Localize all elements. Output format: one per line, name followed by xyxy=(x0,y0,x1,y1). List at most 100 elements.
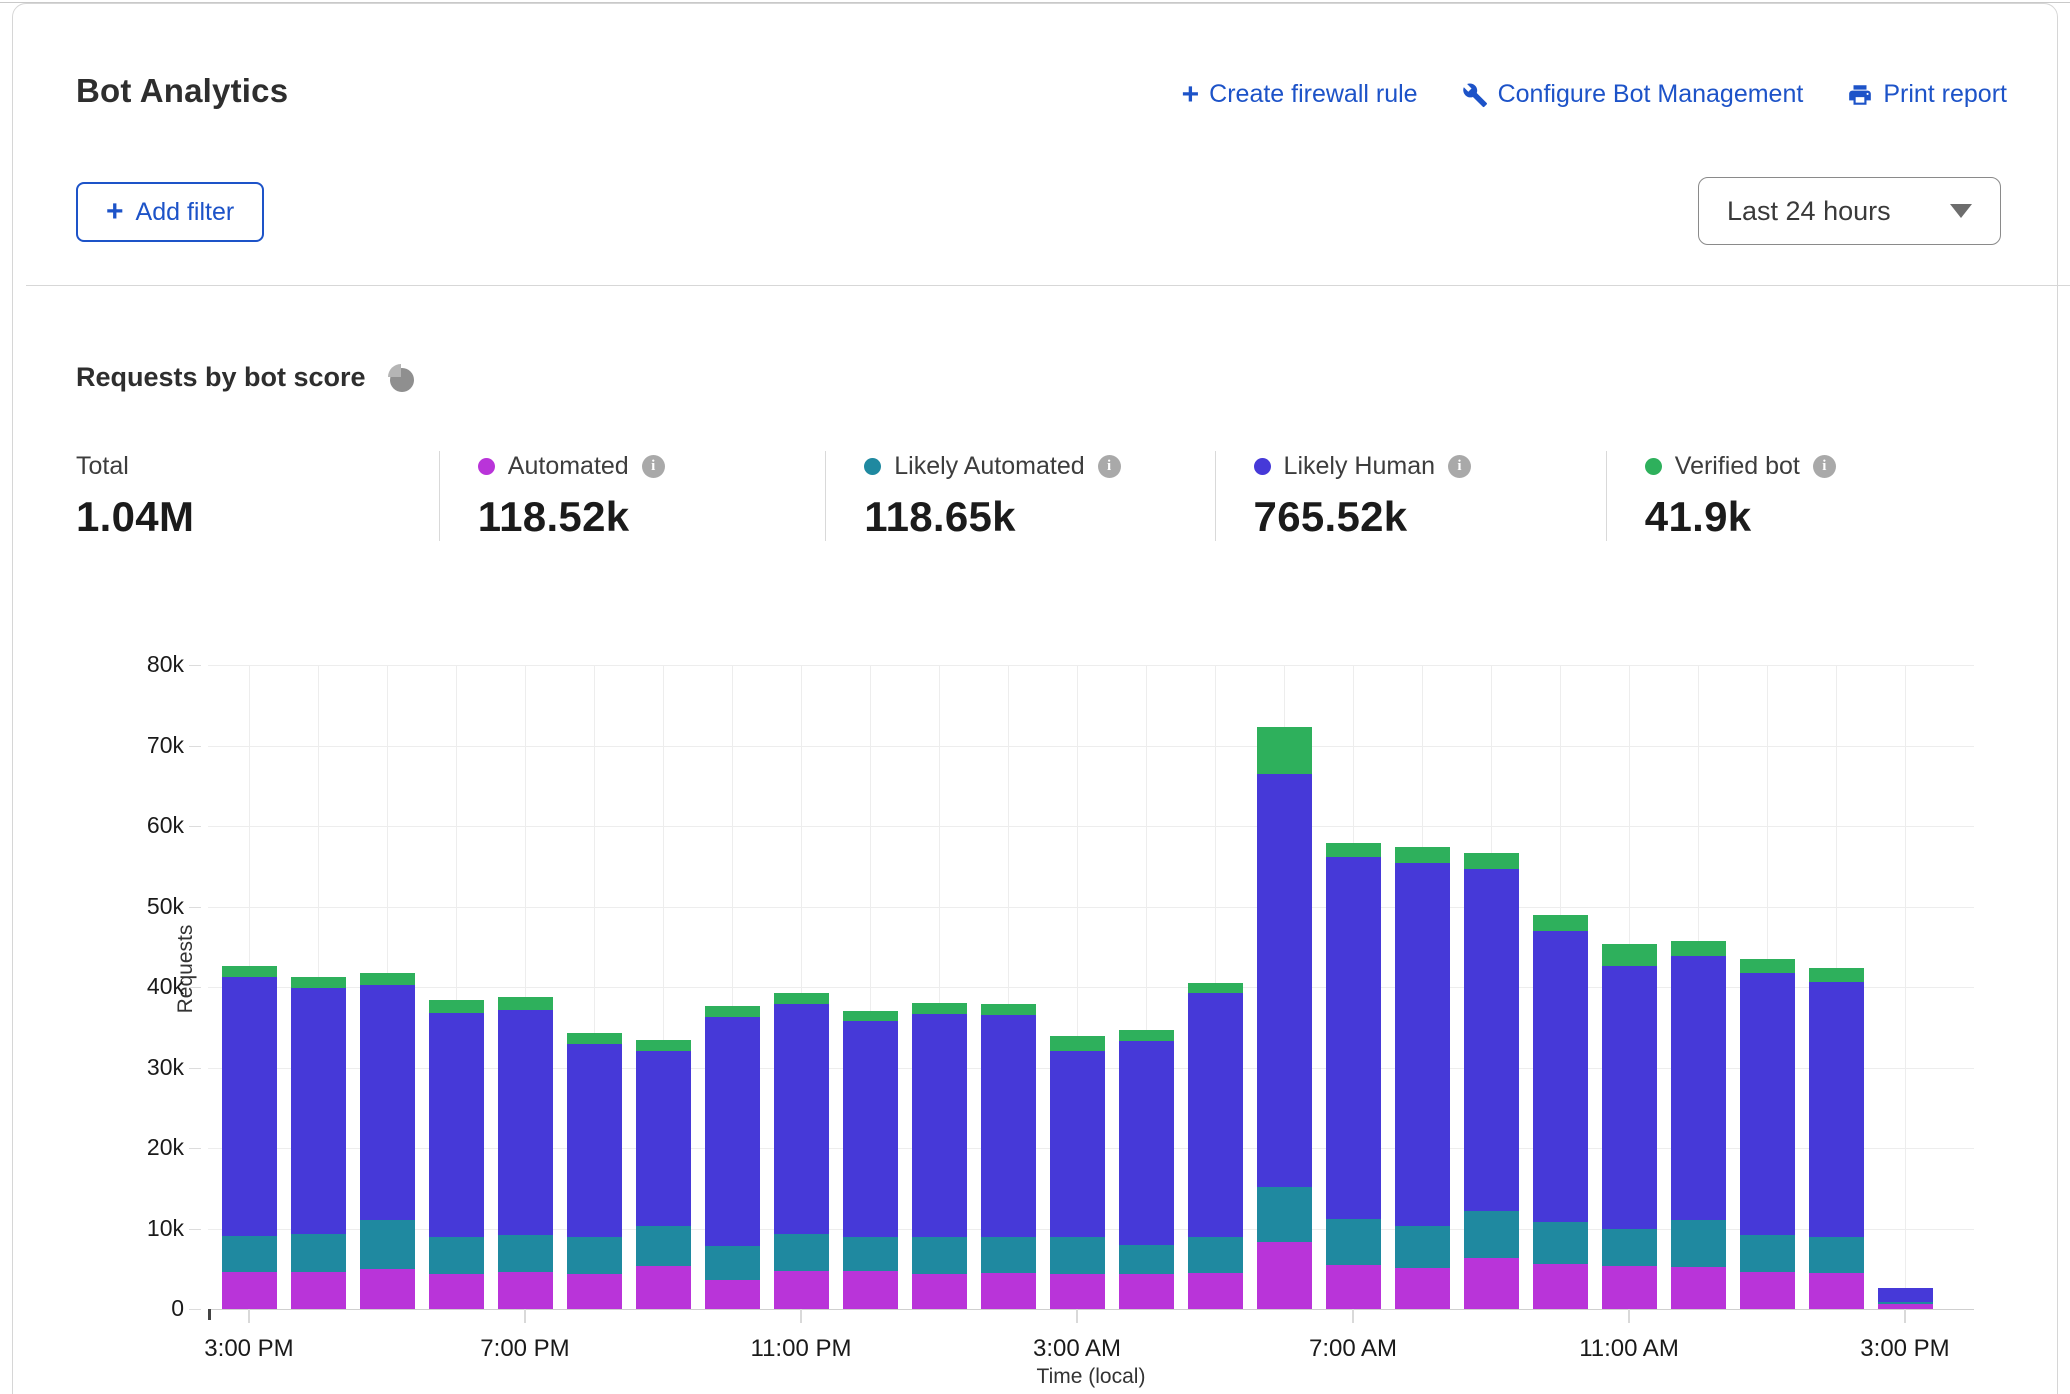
requests-chart: Requests Time (local) 010k20k30k40k50k60… xyxy=(208,665,1974,1309)
bar-9-00-pm[interactable] xyxy=(636,665,691,1309)
stat-likely-human: Likely Human i 765.52k xyxy=(1215,451,1606,541)
bar-segment-likely-automated xyxy=(1395,1226,1450,1268)
bar-11-00-am[interactable] xyxy=(1602,665,1657,1309)
bar-4-00-pm[interactable] xyxy=(291,665,346,1309)
add-filter-button[interactable]: + Add filter xyxy=(76,182,264,242)
plus-icon: + xyxy=(106,195,124,229)
action-print-report[interactable]: Print report xyxy=(1847,80,2007,109)
page-title: Bot Analytics xyxy=(76,72,288,110)
action-configure-bot-management[interactable]: Configure Bot Management xyxy=(1462,80,1804,109)
bar-segment-automated xyxy=(636,1266,691,1309)
y-tick-label: 80k xyxy=(98,651,184,678)
bar-segment-automated xyxy=(912,1274,967,1309)
bar-5-00-pm[interactable] xyxy=(360,665,415,1309)
info-icon[interactable]: i xyxy=(1098,455,1121,478)
bar-10-00-pm[interactable] xyxy=(705,665,760,1309)
bar-segment-likely-automated xyxy=(567,1237,622,1275)
bar-5-00-am[interactable] xyxy=(1188,665,1243,1309)
x-axis-line xyxy=(208,1309,1974,1310)
info-icon[interactable]: i xyxy=(1448,455,1471,478)
bar-segment-likely-automated xyxy=(1464,1211,1519,1258)
bar-segment-verified-bot xyxy=(1119,1030,1174,1041)
stat-value: 118.65k xyxy=(864,493,1194,541)
bar-2-00-am[interactable] xyxy=(981,665,1036,1309)
x-tick-mark xyxy=(524,1309,526,1323)
bar-segment-likely-automated xyxy=(705,1246,760,1280)
bar-segment-likely-automated xyxy=(429,1237,484,1274)
bar-segment-verified-bot xyxy=(360,973,415,985)
bar-12-00-am[interactable] xyxy=(843,665,898,1309)
y-tick-mark xyxy=(189,1148,201,1149)
bot-analytics-card: Bot Analytics +Create firewall ruleConfi… xyxy=(12,3,2058,1394)
bar-segment-likely-human xyxy=(636,1051,691,1226)
x-tick-mark xyxy=(248,1309,250,1323)
x-tick-mark xyxy=(1904,1309,1906,1323)
stat-verified-bot: Verified boti41.9k xyxy=(1606,451,1997,541)
bar-segment-likely-human xyxy=(498,1010,553,1235)
stat-value: 765.52k xyxy=(1254,493,1586,541)
bar-segment-automated xyxy=(1740,1272,1795,1309)
bar-8-00-am[interactable] xyxy=(1395,665,1450,1309)
info-icon[interactable]: i xyxy=(1813,455,1836,478)
bar-7-00-pm[interactable] xyxy=(498,665,553,1309)
bar-12-00-pm[interactable] xyxy=(1671,665,1726,1309)
action-create-firewall-rule[interactable]: +Create firewall rule xyxy=(1182,80,1418,109)
bar-10-00-am[interactable] xyxy=(1533,665,1588,1309)
bar-segment-verified-bot xyxy=(222,966,277,976)
bar-6-00-am[interactable] xyxy=(1257,665,1312,1309)
time-range-select[interactable]: Last 24 hours xyxy=(1698,177,2001,245)
bar-segment-automated xyxy=(291,1272,346,1309)
bar-segment-verified-bot xyxy=(1602,944,1657,966)
bar-segment-likely-human xyxy=(774,1004,829,1234)
bar-3-00-pm[interactable] xyxy=(222,665,277,1309)
bar-segment-automated xyxy=(705,1280,760,1309)
y-tick-mark xyxy=(189,907,201,908)
bar-segment-likely-human xyxy=(1809,982,1864,1236)
x-tick-label: 3:00 PM xyxy=(169,1335,329,1363)
bar-segment-automated xyxy=(567,1274,622,1309)
bar-segment-likely-human xyxy=(1671,956,1726,1221)
bar-4-00-am[interactable] xyxy=(1119,665,1174,1309)
bar-11-00-pm[interactable] xyxy=(774,665,829,1309)
bar-8-00-pm[interactable] xyxy=(567,665,622,1309)
bar-segment-likely-automated xyxy=(222,1236,277,1272)
y-tick-label: 40k xyxy=(98,973,184,1000)
bar-7-00-am[interactable] xyxy=(1326,665,1381,1309)
printer-icon xyxy=(1847,82,1873,108)
bar-segment-automated xyxy=(981,1273,1036,1309)
y-tick-label: 70k xyxy=(98,732,184,759)
action-label: Create firewall rule xyxy=(1209,80,1417,109)
bar-3-00-am[interactable] xyxy=(1050,665,1105,1309)
info-icon[interactable]: i xyxy=(642,455,665,478)
bar-segment-automated xyxy=(1050,1274,1105,1309)
bar-segment-verified-bot xyxy=(705,1006,760,1017)
bar-2-00-pm[interactable] xyxy=(1809,665,1864,1309)
bar-segment-automated xyxy=(1326,1265,1381,1309)
bar-3-00-pm[interactable] xyxy=(1878,665,1933,1309)
header-divider xyxy=(26,285,2070,286)
y-tick-mark xyxy=(189,1229,201,1230)
bar-1-00-pm[interactable] xyxy=(1740,665,1795,1309)
bar-segment-likely-automated xyxy=(981,1237,1036,1273)
bar-segment-verified-bot xyxy=(1326,843,1381,857)
y-tick-mark xyxy=(189,826,201,827)
bar-segment-verified-bot xyxy=(498,997,553,1010)
bar-segment-verified-bot xyxy=(1188,983,1243,993)
bar-1-00-am[interactable] xyxy=(912,665,967,1309)
bar-segment-verified-bot xyxy=(567,1033,622,1044)
bar-segment-verified-bot xyxy=(1671,941,1726,955)
bar-segment-likely-human xyxy=(843,1021,898,1237)
bar-segment-automated xyxy=(1464,1258,1519,1309)
bar-segment-likely-human xyxy=(222,977,277,1236)
bar-segment-likely-human xyxy=(360,985,415,1220)
stat-label: Likely Human xyxy=(1284,452,1435,481)
bar-segment-automated xyxy=(774,1271,829,1309)
bar-6-00-pm[interactable] xyxy=(429,665,484,1309)
bar-segment-likely-human xyxy=(1533,931,1588,1222)
stat-label: Automated xyxy=(508,452,629,481)
y-tick-label: 0 xyxy=(98,1295,184,1322)
bar-segment-verified-bot xyxy=(291,977,346,987)
bar-9-00-am[interactable] xyxy=(1464,665,1519,1309)
y-tick-mark xyxy=(189,746,201,747)
wrench-icon xyxy=(1462,82,1488,108)
